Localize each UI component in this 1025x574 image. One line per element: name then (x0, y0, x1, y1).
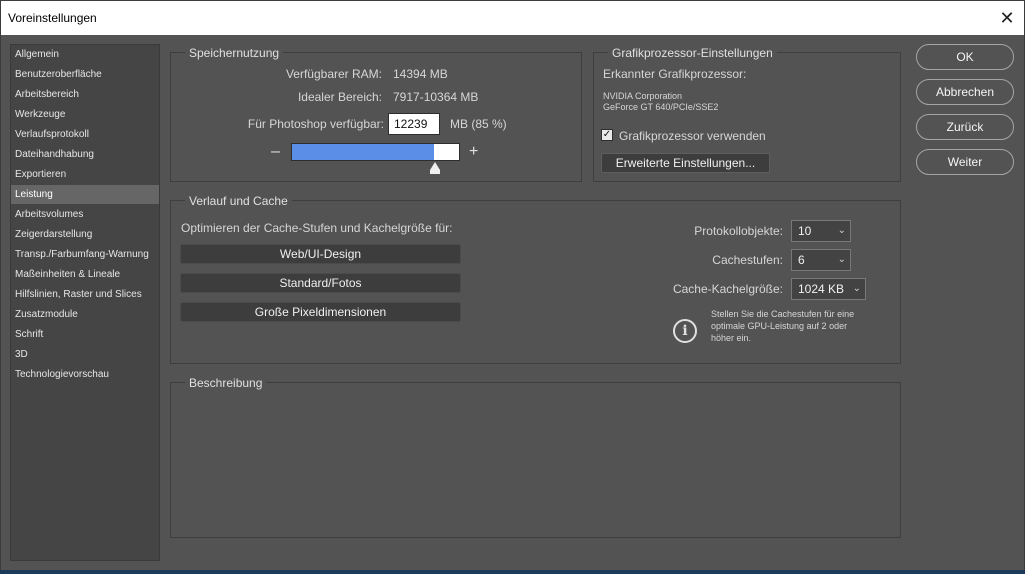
ideal-range-label: Idealer Bereich: (297, 90, 382, 104)
category-sidebar: Allgemein Benutzeroberfläche Arbeitsbereic… (10, 44, 160, 561)
sidebar-item-benutzeroberfläche[interactable]: Benutzeroberfläche (11, 65, 159, 84)
info-text-line-1: Stellen Sie die Cachestufen für eine (711, 309, 855, 319)
desktop-strip (0, 570, 1025, 574)
sidebar-item-technologievorschau[interactable]: Technologievorschau (11, 365, 159, 384)
memory-slider-thumb[interactable] (429, 162, 440, 174)
cache-levels-value: 6 (798, 253, 805, 267)
window-title: Voreinstellungen (8, 11, 97, 25)
web-ui-design-button[interactable]: Web/UI-Design (180, 244, 461, 264)
info-text-line-3: höher ein. (711, 333, 752, 343)
sidebar-item-arbeitsbereich[interactable]: Arbeitsbereich (11, 85, 159, 104)
sidebar-item-werkzeuge[interactable]: Werkzeuge (11, 105, 159, 124)
description-title: Beschreibung (185, 375, 267, 391)
sidebar-item-maßeinheiten-lineale[interactable]: Maßeinheiten & Lineale (11, 265, 159, 284)
advanced-settings-button[interactable]: Erweiterte Einstellungen... (601, 153, 770, 173)
next-button[interactable]: Weiter (916, 149, 1014, 175)
available-ram-value: 14394 MB (393, 67, 448, 81)
photoshop-available-label: Für Photoshop verfügbar: (247, 117, 384, 131)
increase-memory-button[interactable]: + (469, 144, 478, 160)
cache-levels-select[interactable]: 6 ⌄ (791, 249, 851, 271)
tile-size-value: 1024 KB (798, 282, 845, 296)
use-gpu-label: Grafikprozessor verwenden (619, 129, 766, 143)
close-icon[interactable]: ✕ (990, 1, 1024, 35)
standard-photos-button[interactable]: Standard/Fotos (180, 273, 461, 293)
back-button[interactable]: Zurück (916, 114, 1014, 140)
large-pixel-dimensions-button[interactable]: Große Pixeldimensionen (180, 302, 461, 322)
tile-size-label: Cache-Kachelgröße: (672, 282, 783, 296)
history-states-select[interactable]: 10 ⌄ (791, 220, 851, 242)
decrease-memory-button[interactable]: – (271, 144, 280, 160)
sidebar-item-hilfslinien-raster-und-slices[interactable]: Hilfslinien, Raster und Slices (11, 285, 159, 304)
sidebar-item-leistung[interactable]: Leistung (11, 185, 159, 204)
sidebar-item-verlaufsprotokoll[interactable]: Verlaufsprotokoll (11, 125, 159, 144)
available-ram-label: Verfügbarer RAM: (285, 67, 382, 81)
chevron-down-icon: ⌄ (837, 254, 846, 265)
photoshop-memory-unit: MB (85 %) (450, 117, 507, 131)
chevron-down-icon: ⌄ (852, 283, 861, 294)
gpu-vendor: NVIDIA Corporation (603, 91, 683, 101)
chevron-down-icon: ⌄ (837, 225, 846, 236)
info-icon: i (673, 319, 697, 343)
gpu-settings-title: Grafikprozessor-Einstellungen (608, 45, 777, 61)
cache-levels-label: Cachestufen: (712, 253, 783, 267)
sidebar-item-3d[interactable]: 3D (11, 345, 159, 364)
sidebar-item-exportieren[interactable]: Exportieren (11, 165, 159, 184)
optimize-label: Optimieren der Cache-Stufen und Kachelgr… (181, 221, 453, 235)
sidebar-item-dateihandhabung[interactable]: Dateihandhabung (11, 145, 159, 164)
preferences-dialog: Voreinstellungen ✕ Allgemein Benutzerober… (0, 0, 1025, 574)
history-states-value: 10 (798, 224, 812, 238)
detected-gpu-label: Erkannter Grafikprozessor: (603, 67, 747, 81)
sidebar-item-zeigerdarstellung[interactable]: Zeigerdarstellung (11, 225, 159, 244)
sidebar-item-schrift[interactable]: Schrift (11, 325, 159, 344)
description-group: Beschreibung (170, 375, 901, 538)
memory-usage-title: Speichernutzung (185, 45, 284, 61)
sidebar-item-allgemein[interactable]: Allgemein (11, 45, 159, 64)
memory-slider-fill (292, 144, 434, 160)
info-text-line-2: optimale GPU-Leistung auf 2 oder (711, 321, 848, 331)
ideal-range-value: 7917-10364 MB (393, 90, 479, 104)
photoshop-memory-input[interactable]: 12239 (388, 113, 440, 135)
sidebar-item-transp-farbumfang-warnung[interactable]: Transp./Farbumfang-Warnung (11, 245, 159, 264)
use-gpu-checkbox[interactable]: ✓ (601, 129, 613, 141)
gpu-model: GeForce GT 640/PCIe/SSE2 (603, 102, 719, 112)
memory-slider[interactable] (291, 143, 460, 161)
tile-size-select[interactable]: 1024 KB ⌄ (791, 278, 866, 300)
title-bar: Voreinstellungen ✕ (1, 1, 1024, 35)
ok-button[interactable]: OK (916, 44, 1014, 70)
history-cache-title: Verlauf und Cache (185, 193, 292, 209)
sidebar-item-arbeitsvolumes[interactable]: Arbeitsvolumes (11, 205, 159, 224)
sidebar-item-zusatzmodule[interactable]: Zusatzmodule (11, 305, 159, 324)
cancel-button[interactable]: Abbrechen (916, 79, 1014, 105)
history-states-label: Protokollobjekte: (694, 224, 783, 238)
